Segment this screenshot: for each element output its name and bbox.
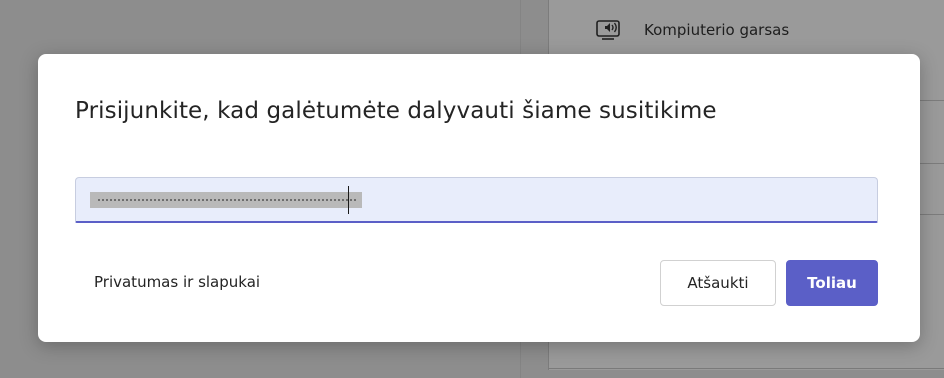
background-panel-edge: [548, 368, 944, 369]
background-line: [920, 100, 944, 101]
join-meeting-dialog: Prisijunkite, kad galėtumėte dalyvauti š…: [38, 54, 920, 342]
background-line: [920, 163, 944, 164]
name-input-container[interactable]: [75, 177, 878, 223]
redacted-input-value: [90, 192, 362, 208]
background-audio-option-label: Kompiuterio garsas: [644, 21, 790, 39]
screen: Kompiuterio garsas Prisijunkite, kad gal…: [0, 0, 944, 378]
text-cursor: [348, 186, 349, 214]
cancel-button[interactable]: Atšaukti: [660, 260, 776, 306]
privacy-cookies-link[interactable]: Privatumas ir slapukai: [94, 273, 260, 291]
computer-audio-icon: [596, 18, 622, 42]
next-button[interactable]: Toliau: [786, 260, 878, 306]
background-audio-option: Kompiuterio garsas: [596, 18, 789, 42]
dialog-title: Prisijunkite, kad galėtumėte dalyvauti š…: [75, 98, 717, 124]
background-line: [920, 214, 944, 215]
